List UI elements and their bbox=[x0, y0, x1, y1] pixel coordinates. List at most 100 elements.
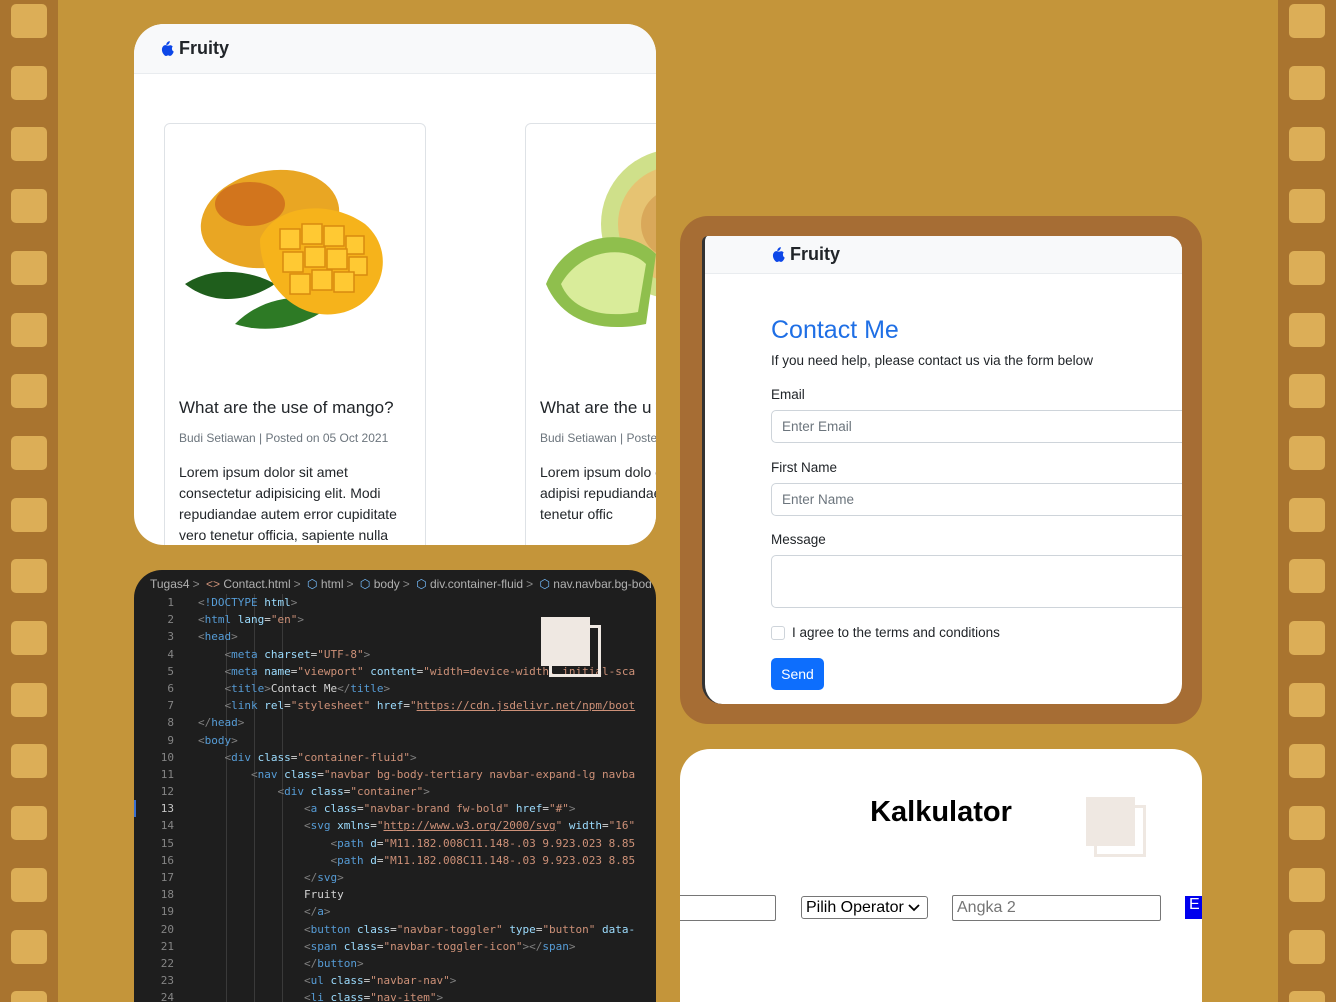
film-perforation bbox=[1289, 435, 1325, 470]
agree-checkbox[interactable] bbox=[771, 625, 785, 640]
film-perforation bbox=[11, 744, 47, 779]
calculate-button[interactable]: E bbox=[1185, 896, 1202, 919]
send-button[interactable]: Send bbox=[771, 658, 824, 690]
calculator-card: Kalkulator Pilih Operator Angka 2 E bbox=[680, 749, 1202, 1002]
element-icon: ⬡ bbox=[307, 577, 318, 591]
message-textarea[interactable] bbox=[771, 555, 1182, 608]
film-perforation bbox=[11, 127, 47, 162]
first-name-label: First Name bbox=[771, 460, 838, 475]
code-line: 21 <span class="navbar-toggler-icon"></s… bbox=[160, 939, 576, 953]
breadcrumb-item[interactable]: div.container-fluid bbox=[430, 577, 523, 591]
page-title: Contact Me bbox=[771, 316, 899, 344]
code-line: 19 </a> bbox=[160, 905, 331, 919]
film-perforation bbox=[1289, 250, 1325, 285]
operator-selected: Pilih Operator bbox=[806, 898, 904, 916]
code-line: 7 <link rel="stylesheet" href="https://c… bbox=[167, 699, 636, 713]
film-perforation bbox=[11, 991, 47, 1002]
film-perforation bbox=[1289, 806, 1325, 841]
page-subtitle: If you need help, please contact us via … bbox=[771, 353, 1093, 368]
blog-navbar: Fruity bbox=[134, 24, 656, 74]
code-line: 16 <path d="M11.182.008C11.148-.03 9.923… bbox=[160, 853, 636, 867]
film-perforation bbox=[1289, 65, 1325, 100]
breadcrumb-item[interactable]: html bbox=[321, 577, 344, 591]
film-perforation bbox=[11, 374, 47, 409]
first-name-field[interactable]: Enter Name bbox=[771, 483, 1182, 516]
film-perforation bbox=[11, 806, 47, 841]
breadcrumb-file[interactable]: Contact.html bbox=[223, 577, 290, 591]
code-line: 15 <path d="M11.182.008C11.148-.03 9.923… bbox=[160, 836, 636, 850]
code-line-active: 13 <a class="navbar-brand fw-bold" href=… bbox=[134, 800, 656, 818]
film-perforation bbox=[11, 189, 47, 224]
element-icon: ⬡ bbox=[416, 577, 427, 591]
agree-label: I agree to the terms and conditions bbox=[792, 625, 1000, 640]
brand-label: Fruity bbox=[790, 244, 841, 264]
operator-select[interactable]: Pilih Operator bbox=[801, 896, 928, 919]
code-line: 23 <ul class="navbar-nav"> bbox=[160, 974, 457, 988]
agree-checkbox-row[interactable]: I agree to the terms and conditions bbox=[771, 625, 1000, 640]
code-line: 22 </button> bbox=[160, 956, 364, 970]
element-icon: ⬡ bbox=[359, 577, 371, 591]
film-perforation bbox=[11, 559, 47, 594]
contact-navbar: Fruity bbox=[705, 236, 1182, 274]
email-field[interactable]: Enter Email bbox=[771, 410, 1182, 443]
film-perforation bbox=[1289, 4, 1325, 38]
apple-icon bbox=[772, 246, 785, 262]
film-perforation bbox=[11, 682, 47, 717]
film-perforation bbox=[1289, 929, 1325, 964]
code-line: 24 <li class="nav-item"> bbox=[160, 991, 444, 1002]
element-icon: ⬡ bbox=[539, 577, 550, 591]
film-perforation bbox=[1289, 621, 1325, 655]
navbar-brand[interactable]: Fruity bbox=[771, 244, 840, 265]
code-line: 8 </head> bbox=[167, 716, 245, 730]
brand-label: Fruity bbox=[179, 38, 230, 58]
post-meta: Budi Setiawan | Poste bbox=[540, 431, 656, 445]
html-file-icon: <> bbox=[205, 577, 220, 591]
post-title[interactable]: What are the u bbox=[540, 398, 652, 418]
film-perforation bbox=[1289, 127, 1325, 162]
code-line: 14 <svg xmlns="http://www.w3.org/2000/sv… bbox=[160, 819, 636, 833]
code-line: 12 <div class="container"> bbox=[160, 785, 430, 799]
film-perforation bbox=[11, 65, 47, 100]
blog-post-card[interactable]: What are the u Budi Setiawan | Poste Lor… bbox=[525, 123, 656, 545]
contact-form-card: Fruity Contact Me If you need help, plea… bbox=[680, 216, 1202, 724]
apple-icon bbox=[161, 40, 174, 56]
film-perforation bbox=[11, 250, 47, 285]
film-perforation bbox=[1289, 312, 1325, 347]
number2-input[interactable]: Angka 2 bbox=[952, 895, 1161, 921]
chevron-down-icon bbox=[908, 903, 920, 911]
message-label: Message bbox=[771, 532, 826, 547]
film-perforation bbox=[1289, 991, 1325, 1002]
film-perforation bbox=[1289, 559, 1325, 594]
film-perforation bbox=[11, 312, 47, 347]
film-perforation bbox=[11, 497, 47, 532]
navbar-brand[interactable]: Fruity bbox=[160, 38, 229, 59]
film-perforation bbox=[1289, 682, 1325, 717]
melon-image bbox=[546, 151, 656, 328]
email-label: Email bbox=[771, 387, 805, 402]
post-title[interactable]: What are the use of mango? bbox=[179, 398, 394, 418]
blog-post-card[interactable]: What are the use of mango? Budi Setiawan… bbox=[164, 123, 426, 545]
breadcrumb-item[interactable]: nav.navbar.bg-bod bbox=[553, 577, 652, 591]
code-line: 6 <title>Contact Me</title> bbox=[167, 681, 391, 695]
code-line: 9 <body> bbox=[167, 733, 238, 747]
film-perforation bbox=[11, 867, 47, 902]
contact-page: Fruity Contact Me If you need help, plea… bbox=[702, 236, 1182, 704]
film-perforation bbox=[1289, 189, 1325, 224]
mango-image bbox=[185, 169, 383, 329]
post-excerpt: Lorem ipsum dolor sit amet consectetur a… bbox=[179, 464, 397, 543]
film-perforation bbox=[1289, 374, 1325, 409]
breadcrumb-item[interactable]: body bbox=[374, 577, 400, 591]
breadcrumb-folder[interactable]: Tugas4 bbox=[150, 577, 190, 591]
post-meta: Budi Setiawan | Posted on 05 Oct 2021 bbox=[179, 431, 389, 445]
blog-preview-card: Fruity What are the use of mango? Budi S… bbox=[134, 24, 656, 545]
code-line: 17 </svg> bbox=[160, 871, 344, 884]
film-perforation bbox=[1289, 744, 1325, 779]
film-strip-left bbox=[0, 0, 58, 1002]
number1-input[interactable] bbox=[680, 895, 776, 921]
film-perforation bbox=[11, 435, 47, 470]
code-line: 1 <!DOCTYPE html> bbox=[167, 596, 298, 609]
film-perforation bbox=[11, 4, 47, 38]
code-line: 10 <div class="container-fluid"> bbox=[160, 750, 417, 764]
film-perforation bbox=[11, 929, 47, 964]
post-excerpt: Lorem ipsum dolo consectetur adipisi rep… bbox=[540, 464, 656, 522]
